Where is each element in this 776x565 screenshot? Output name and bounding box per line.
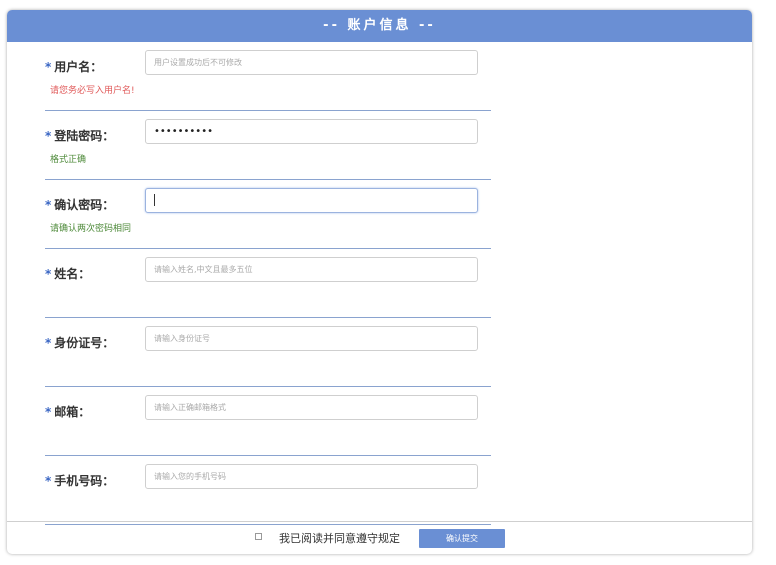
username-input[interactable]: 用户设置成功后不可修改 (145, 50, 478, 75)
account-info-panel: -- 账户信息 -- * 用户名： 用户设置成功后不可修改 请您务必写入用户名! … (7, 10, 752, 554)
agree-checkbox[interactable] (255, 533, 262, 540)
panel-title: -- 账户信息 -- (7, 10, 752, 42)
name-label: 姓名： (54, 267, 91, 281)
required-mark: * (45, 336, 52, 350)
email-row: * 邮箱： 请输入正确邮箱格式 (45, 387, 491, 456)
name-row: * 姓名： 请输入姓名,中文且最多五位 (45, 249, 491, 318)
required-mark: * (45, 267, 52, 281)
username-label: 用户名： (54, 60, 103, 74)
password-input[interactable]: •••••••••• (145, 119, 478, 144)
required-mark: * (45, 60, 52, 74)
phone-row: * 手机号码： 请输入您的手机号码 (45, 456, 491, 525)
username-row: * 用户名： 用户设置成功后不可修改 请您务必写入用户名! (45, 42, 491, 111)
required-mark: * (45, 474, 52, 488)
required-mark: * (45, 198, 52, 212)
form-footer: 我已阅读并同意遵守规定 确认提交 (7, 521, 752, 554)
password-label: 登陆密码： (54, 129, 115, 143)
password-row: * 登陆密码： •••••••••• 格式正确 (45, 111, 491, 180)
email-label: 邮箱： (54, 405, 91, 419)
confirm-password-input[interactable] (145, 188, 478, 213)
email-input[interactable]: 请输入正确邮箱格式 (145, 395, 478, 420)
username-error-hint: 请您务必写入用户名! (50, 86, 135, 96)
phone-input[interactable]: 请输入您的手机号码 (145, 464, 478, 489)
password-ok-hint: 格式正确 (50, 155, 87, 165)
agree-label: 我已阅读并同意遵守规定 (279, 532, 400, 545)
submit-button[interactable]: 确认提交 (419, 529, 505, 548)
confirm-password-label: 确认密码： (54, 198, 115, 212)
required-mark: * (45, 405, 52, 419)
text-caret (154, 193, 155, 206)
required-mark: * (45, 129, 52, 143)
confirm-password-hint: 请确认两次密码相同 (50, 224, 132, 234)
id-number-input[interactable]: 请输入身份证号 (145, 326, 478, 351)
confirm-password-row: * 确认密码： 请确认两次密码相同 (45, 180, 491, 249)
id-number-row: * 身份证号： 请输入身份证号 (45, 318, 491, 387)
id-number-label: 身份证号： (54, 336, 115, 350)
name-input[interactable]: 请输入姓名,中文且最多五位 (145, 257, 478, 282)
phone-label: 手机号码： (54, 474, 115, 488)
